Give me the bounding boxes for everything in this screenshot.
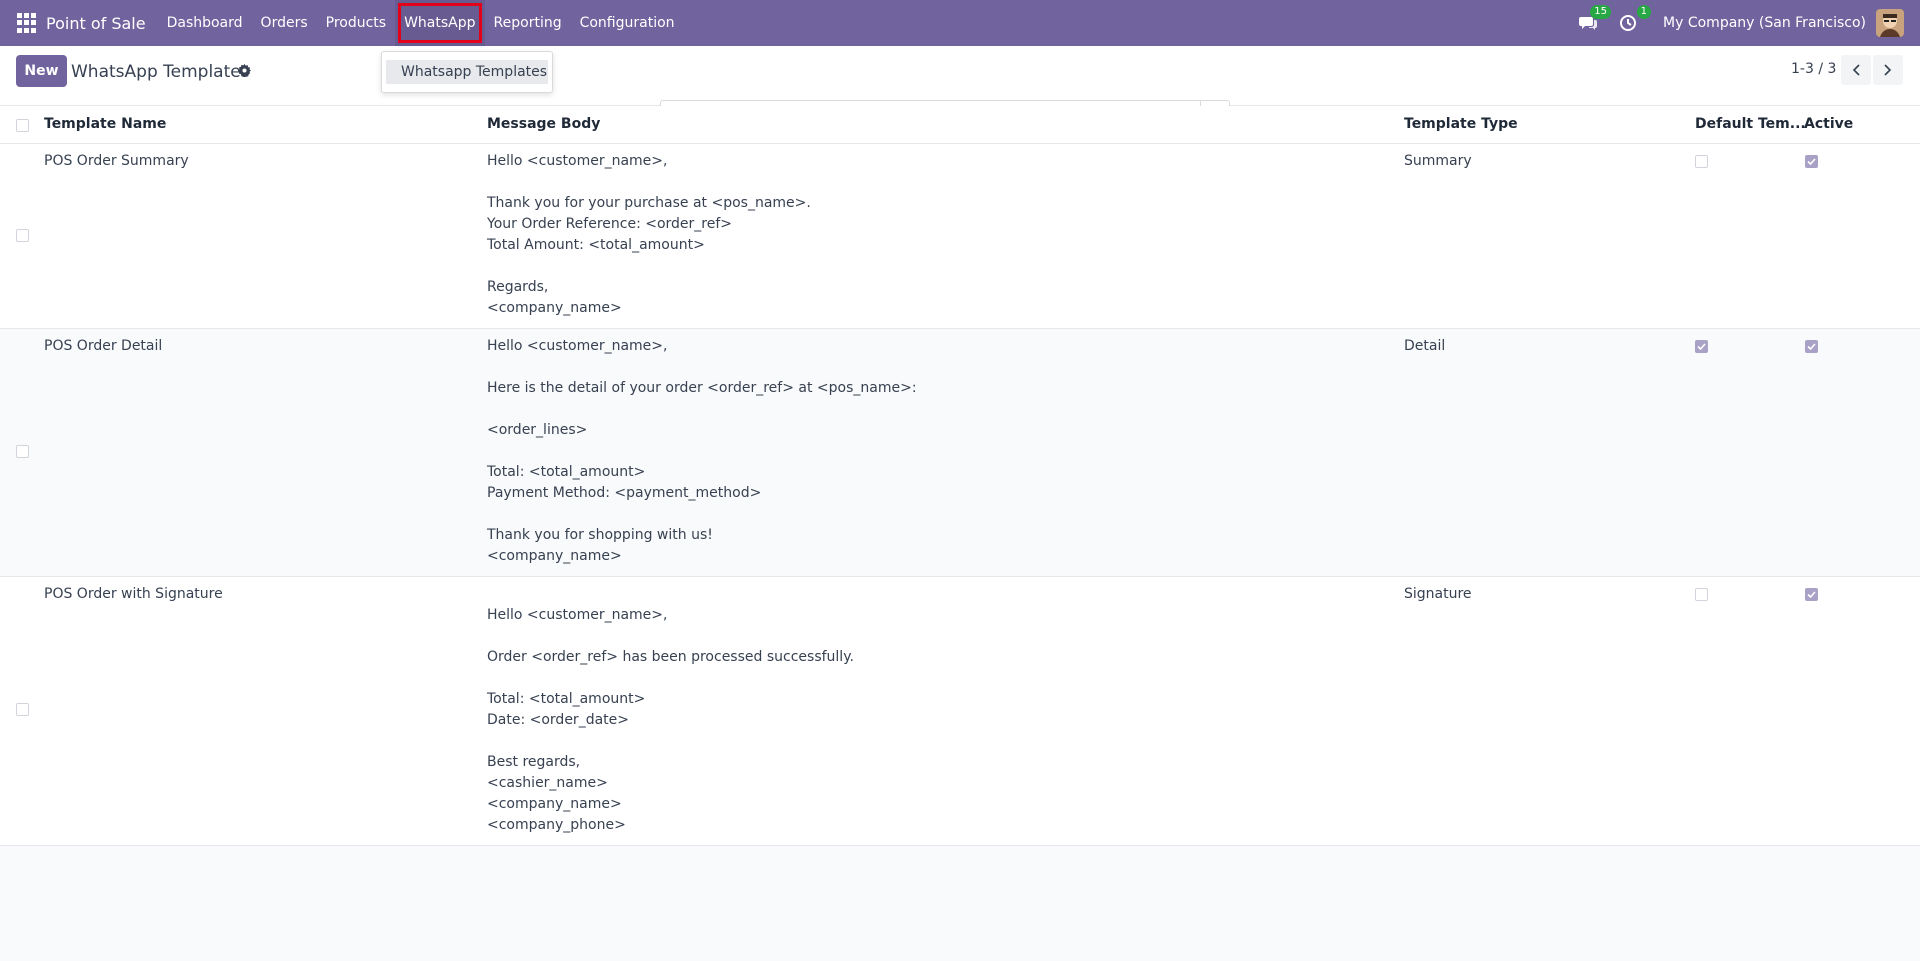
- check-icon: [1697, 343, 1706, 350]
- body-line: <company_name>: [487, 548, 622, 564]
- page-title: WhatsApp Templates: [71, 62, 250, 82]
- row-checkbox[interactable]: [16, 703, 29, 716]
- body-line: [487, 357, 917, 378]
- template-type: Signature: [1404, 586, 1472, 602]
- default-template-checkbox[interactable]: [1695, 155, 1708, 168]
- body-line: Payment Method: <payment_method>: [487, 485, 762, 501]
- menu-products[interactable]: Products: [317, 0, 395, 46]
- body-line: [487, 731, 854, 752]
- table-row[interactable]: POS Order Detail Hello <customer_name>, …: [0, 329, 1920, 577]
- message-body: Hello <customer_name>, Here is the detai…: [487, 336, 917, 567]
- templates-table: Template Name Message Body Template Type…: [0, 106, 1920, 846]
- body-line: [487, 441, 917, 462]
- check-icon: [1807, 158, 1816, 165]
- column-template-name[interactable]: Template Name: [44, 116, 166, 132]
- body-line: <cashier_name>: [487, 775, 608, 791]
- menu-configuration[interactable]: Configuration: [571, 0, 684, 46]
- chevron-left-icon: [1852, 64, 1860, 76]
- menu-orders[interactable]: Orders: [252, 0, 317, 46]
- app-brand[interactable]: Point of Sale: [46, 14, 146, 33]
- body-line: Thank you for shopping with us!: [487, 527, 713, 543]
- active-checkbox[interactable]: [1805, 340, 1818, 353]
- row-checkbox[interactable]: [16, 445, 29, 458]
- whatsapp-dropdown-menu: Whatsapp Templates: [381, 51, 553, 93]
- body-line: <order_lines>: [487, 422, 588, 438]
- body-line: Hello <customer_name>,: [487, 338, 668, 354]
- body-line: Thank you for your purchase at <pos_name…: [487, 195, 811, 211]
- body-line: Hello <customer_name>,: [487, 153, 668, 169]
- column-default-template[interactable]: Default Tem...: [1695, 116, 1806, 132]
- messages-badge: 15: [1590, 5, 1612, 19]
- template-name: POS Order with Signature: [44, 586, 223, 602]
- chevron-right-icon: [1884, 64, 1892, 76]
- body-line: [487, 584, 854, 605]
- body-line: Total: <total_amount>: [487, 691, 646, 707]
- column-active[interactable]: Active: [1804, 116, 1853, 132]
- message-body: Hello <customer_name>, Thank you for you…: [487, 151, 811, 319]
- template-name: POS Order Detail: [44, 338, 163, 354]
- active-checkbox[interactable]: [1805, 588, 1818, 601]
- default-template-checkbox[interactable]: [1695, 588, 1708, 601]
- message-body: Hello <customer_name>, Order <order_ref>…: [487, 584, 854, 836]
- table-header: Template Name Message Body Template Type…: [0, 106, 1920, 144]
- row-checkbox[interactable]: [16, 229, 29, 242]
- body-line: [487, 504, 917, 525]
- new-button[interactable]: New: [16, 55, 67, 87]
- body-line: [487, 668, 854, 689]
- body-line: Date: <order_date>: [487, 712, 629, 728]
- default-template-checkbox[interactable]: [1695, 340, 1708, 353]
- body-line: [487, 626, 854, 647]
- gear-icon[interactable]: [238, 64, 251, 81]
- table-row[interactable]: POS Order with Signature Hello <customer…: [0, 577, 1920, 846]
- check-icon: [1807, 343, 1816, 350]
- body-line: Total: <total_amount>: [487, 464, 646, 480]
- active-checkbox[interactable]: [1805, 155, 1818, 168]
- company-switcher[interactable]: My Company (San Francisco): [1663, 15, 1866, 31]
- body-line: <company_phone>: [487, 817, 626, 833]
- body-line: <company_name>: [487, 300, 622, 316]
- body-line: Here is the detail of your order <order_…: [487, 380, 917, 396]
- main-menu: Dashboard Orders Products WhatsApp Repor…: [158, 0, 684, 46]
- dropdown-item-whatsapp-templates[interactable]: Whatsapp Templates: [386, 60, 548, 84]
- check-icon: [1807, 591, 1816, 598]
- body-line: [487, 399, 917, 420]
- menu-whatsapp[interactable]: WhatsApp: [395, 0, 485, 46]
- body-line: <company_name>: [487, 796, 622, 812]
- top-navbar: Point of Sale Dashboard Orders Products …: [0, 0, 1920, 46]
- template-type: Detail: [1404, 338, 1446, 354]
- column-message-body[interactable]: Message Body: [487, 116, 600, 132]
- select-all-checkbox[interactable]: [16, 119, 29, 132]
- pager-previous-button[interactable]: [1841, 55, 1871, 85]
- control-panel: New WhatsApp Templates 1-3 / 3: [0, 46, 1920, 135]
- messages-icon[interactable]: 15: [1577, 5, 1612, 34]
- column-template-type[interactable]: Template Type: [1404, 116, 1518, 132]
- user-avatar[interactable]: [1876, 9, 1904, 37]
- body-line: [487, 172, 811, 193]
- template-name: POS Order Summary: [44, 153, 189, 169]
- body-line: Best regards,: [487, 754, 581, 770]
- body-line: [487, 256, 811, 277]
- body-line: Hello <customer_name>,: [487, 607, 668, 623]
- activities-clock-icon[interactable]: 1: [1617, 5, 1652, 34]
- activities-badge: 1: [1636, 5, 1652, 19]
- body-line: Your Order Reference: <order_ref>: [487, 216, 733, 232]
- body-line: Regards,: [487, 279, 549, 295]
- menu-reporting[interactable]: Reporting: [485, 0, 571, 46]
- body-line: Total Amount: <total_amount>: [487, 237, 705, 253]
- pager-next-button[interactable]: [1873, 55, 1903, 85]
- table-row[interactable]: POS Order Summary Hello <customer_name>,…: [0, 144, 1920, 329]
- apps-grid-icon[interactable]: [17, 13, 37, 33]
- template-type: Summary: [1404, 153, 1472, 169]
- body-line: Order <order_ref> has been processed suc…: [487, 649, 854, 665]
- menu-dashboard[interactable]: Dashboard: [158, 0, 252, 46]
- pager-value[interactable]: 1-3 / 3: [1791, 61, 1836, 77]
